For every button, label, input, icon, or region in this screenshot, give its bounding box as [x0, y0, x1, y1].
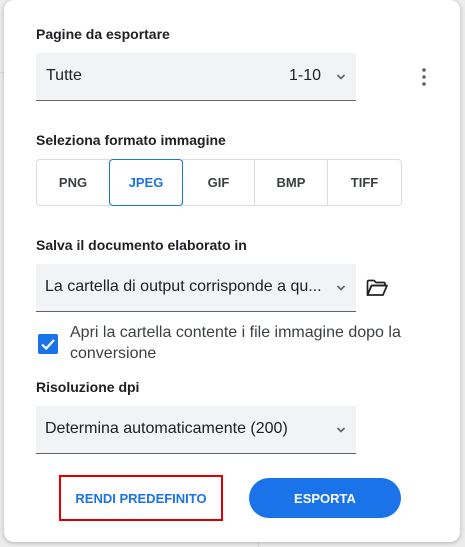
chevron-down-icon — [336, 285, 346, 291]
format-option-bmp[interactable]: BMP — [254, 159, 328, 206]
open-folder-checkbox[interactable] — [38, 334, 58, 354]
pages-range-value: 1-10 — [289, 67, 322, 84]
dpi-select[interactable]: Determina automaticamente (200) — [36, 406, 356, 454]
dpi-selected-value: Determina automaticamente (200) — [45, 420, 288, 437]
format-option-png[interactable]: PNG — [36, 159, 110, 206]
pages-label: Pagine da esportare — [36, 26, 170, 42]
set-default-button[interactable]: RENDI PREDEFINITO — [59, 475, 223, 521]
chevron-down-icon — [336, 427, 346, 433]
output-selected-value: La cartella di output corrisponde a qu..… — [45, 278, 322, 295]
pages-select[interactable]: Tutte 1-10 — [36, 53, 356, 101]
chevron-down-icon — [336, 74, 346, 80]
format-label: Seleziona formato immagine — [36, 132, 226, 148]
pages-selected-value: Tutte — [46, 67, 82, 84]
export-button[interactable]: ESPORTA — [249, 478, 401, 518]
dpi-label: Risoluzione dpi — [36, 379, 140, 395]
output-label: Salva il documento elaborato in — [36, 237, 247, 253]
format-option-tiff[interactable]: TIFF — [327, 159, 402, 206]
export-dialog: Pagine da esportare Tutte 1-10 Seleziona… — [4, 0, 460, 542]
folder-open-icon[interactable] — [366, 279, 388, 297]
format-option-jpeg[interactable]: JPEG — [109, 159, 183, 206]
format-option-gif[interactable]: GIF — [182, 159, 255, 206]
open-folder-label: Apri la cartella contente i file immagin… — [70, 324, 401, 362]
output-folder-select[interactable]: La cartella di output corrisponde a qu..… — [36, 264, 356, 312]
more-vert-icon[interactable] — [416, 66, 432, 88]
check-icon — [41, 339, 55, 351]
